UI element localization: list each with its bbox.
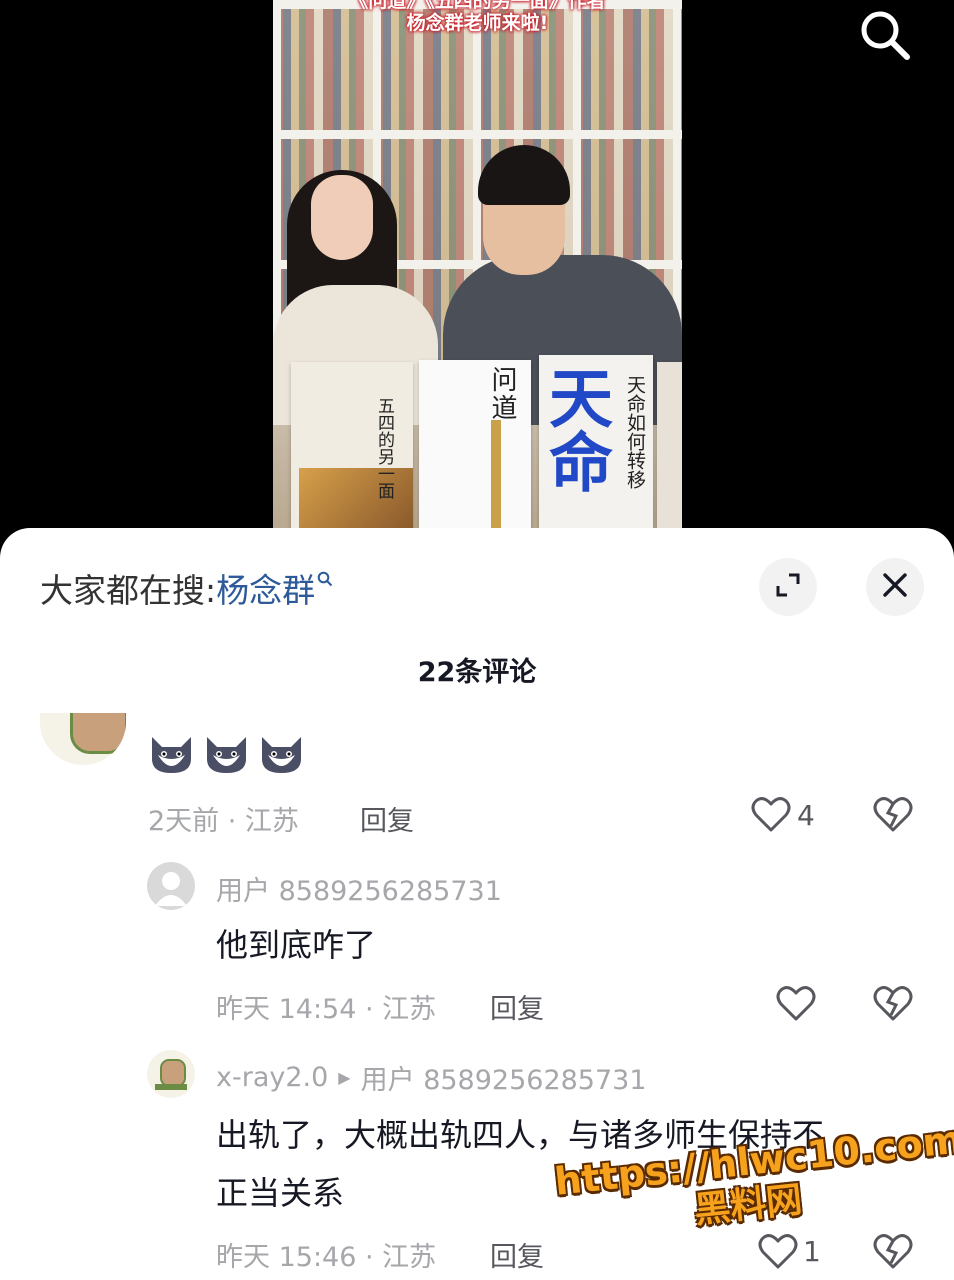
reply-text-line2: 正当关系 xyxy=(216,1174,345,1212)
reply-button[interactable]: 回复 xyxy=(490,1235,544,1274)
heart-icon[interactable] xyxy=(776,985,816,1027)
reply-time-location: 昨天 14:54 · 江苏 xyxy=(216,994,437,1025)
book-cover-2: 问道 xyxy=(419,360,531,528)
reply-arrow-icon: ▶ xyxy=(338,1068,351,1087)
reply-button[interactable]: 回复 xyxy=(360,799,414,838)
dog-emoji-icon xyxy=(148,733,195,775)
broken-heart-icon[interactable] xyxy=(873,796,913,838)
video-caption-line1: 《问道》《五四的另一面》作者 xyxy=(349,0,606,12)
video-player[interactable]: 《问道》《五四的另一面》作者 杨念群老师来啦! 五四的另一面 问道 天命 天命如… xyxy=(273,0,682,528)
expand-button[interactable] xyxy=(759,558,817,616)
small-search-icon xyxy=(317,571,333,591)
comment-time-location: 2天前 · 江苏 xyxy=(148,806,299,837)
reply-username[interactable]: x-ray2.0 xyxy=(216,1062,328,1093)
heart-icon[interactable] xyxy=(758,1233,798,1275)
trending-search-prefix: 大家都在搜: xyxy=(40,571,217,610)
avatar[interactable] xyxy=(40,713,126,765)
comment-emoji-content xyxy=(148,733,305,775)
like-count: 1 xyxy=(803,1235,821,1268)
reply-username[interactable]: 用户 8589256285731 xyxy=(216,869,502,908)
trending-search-keyword[interactable]: 杨念群 xyxy=(216,564,315,612)
close-icon xyxy=(881,571,909,603)
like-count: 4 xyxy=(797,799,815,832)
dog-emoji-icon xyxy=(203,733,250,775)
comment-count: 22条评论 xyxy=(417,657,537,688)
avatar[interactable] xyxy=(147,1050,195,1098)
heart-icon[interactable] xyxy=(751,796,791,838)
reply-button[interactable]: 回复 xyxy=(490,987,544,1026)
book-cover-1: 五四的另一面 xyxy=(291,362,413,528)
expand-icon xyxy=(774,571,802,603)
search-icon[interactable] xyxy=(858,8,912,62)
dog-emoji-icon xyxy=(258,733,305,775)
broken-heart-icon[interactable] xyxy=(873,1233,913,1275)
avatar[interactable] xyxy=(147,862,195,910)
video-caption-line2: 杨念群老师来啦! xyxy=(406,12,549,34)
video-caption: 《问道》《五四的另一面》作者 杨念群老师来啦! xyxy=(273,0,682,34)
reply-username-line: x-ray2.0 ▶ 用户 8589256285731 xyxy=(216,1058,647,1097)
reply-to-username[interactable]: 用户 8589256285731 xyxy=(361,1058,647,1097)
reply-time-location: 昨天 15:46 · 江苏 xyxy=(216,1242,437,1273)
host-woman-face xyxy=(311,175,373,260)
broken-heart-icon[interactable] xyxy=(873,985,913,1027)
close-button[interactable] xyxy=(866,558,924,616)
trending-search[interactable]: 大家都在搜: 杨念群 xyxy=(40,564,333,612)
reply-text: 他到底咋了 xyxy=(216,926,377,964)
book-cover-4 xyxy=(657,362,682,528)
book-cover-3: 天命 天命如何转移 xyxy=(538,355,653,528)
